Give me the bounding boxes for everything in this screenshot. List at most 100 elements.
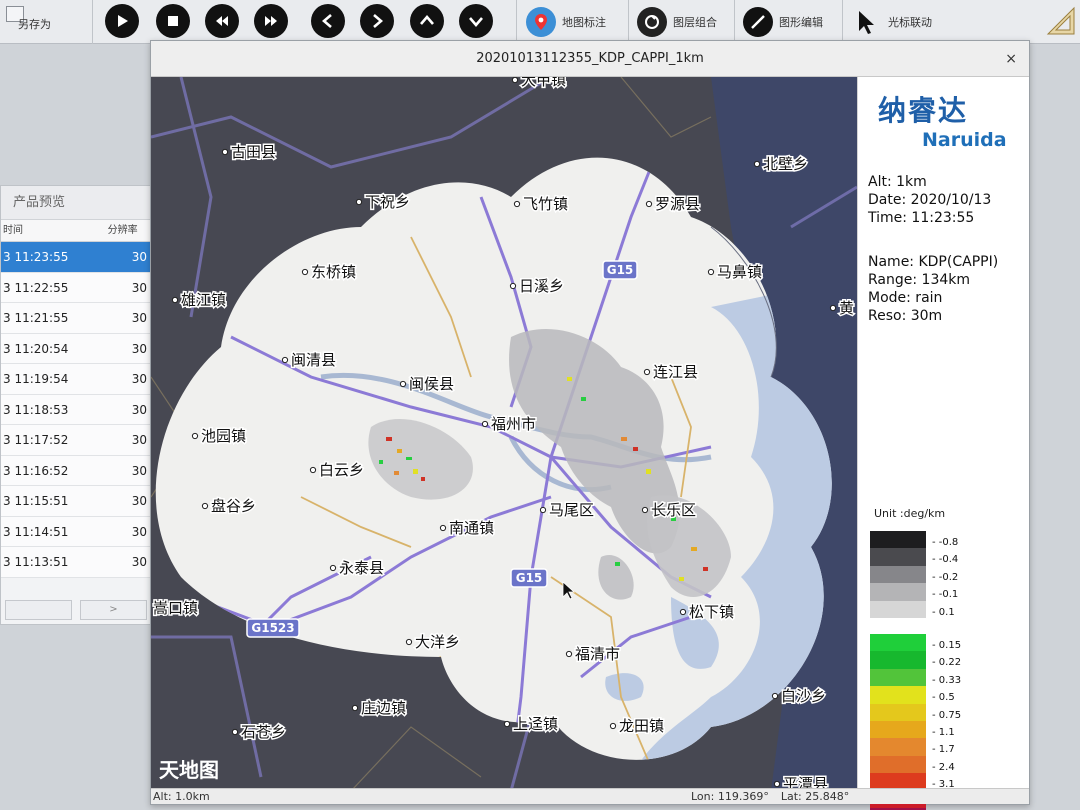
legend-gap xyxy=(870,618,1010,634)
up-button[interactable] xyxy=(410,4,444,38)
fast-forward-button[interactable] xyxy=(254,4,288,38)
place-label: 东桥镇 xyxy=(311,263,356,281)
place-label: 下祝乡 xyxy=(365,193,410,211)
legend-item: - 0.15 xyxy=(870,633,1010,652)
altitude-text: Alt: 1km xyxy=(868,174,927,190)
map-label-tool[interactable]: 地图标注 xyxy=(526,4,606,40)
legend-item: - -0.2 xyxy=(870,565,1010,584)
highway-shield-label: G15 xyxy=(516,571,543,585)
place-marker xyxy=(171,296,179,304)
place-marker xyxy=(281,356,289,364)
legend-item: - 0.1 xyxy=(870,600,1010,618)
place-marker xyxy=(773,780,781,788)
place-label: 龙田镇 xyxy=(619,717,664,735)
place-marker xyxy=(355,198,363,206)
product-row[interactable]: 3 11:21:55 30 xyxy=(1,303,151,334)
legend-swatch xyxy=(870,633,926,652)
row-time: 3 11:14:51 xyxy=(3,524,69,539)
radar-map[interactable]: G15 G15 G1523 大甲镇 古田县 北壁乡 下祝乡 飞竹镇 罗源县 东桥镇 日溪乡 马鼻… xyxy=(151,77,857,791)
product-row[interactable]: 3 11:15:51 30 xyxy=(1,486,151,517)
product-row[interactable]: 3 11:18:53 30 xyxy=(1,394,151,425)
layer-combine-tool[interactable]: 图层组合 xyxy=(637,4,717,40)
next-button[interactable] xyxy=(360,4,394,38)
resolution-text: Reso: 30m xyxy=(868,308,943,324)
place-marker xyxy=(399,380,407,388)
ruler-icon[interactable] xyxy=(1046,6,1076,36)
row-time: 3 11:16:52 xyxy=(3,463,69,478)
close-button[interactable]: × xyxy=(1005,41,1017,77)
down-button[interactable] xyxy=(459,4,493,38)
legend-swatch xyxy=(870,548,926,566)
legend-label: - 0.15 xyxy=(932,639,962,651)
play-button[interactable] xyxy=(105,4,139,38)
row-resolution: 30 xyxy=(131,250,147,264)
place-label: 盘谷乡 xyxy=(211,497,256,515)
legend-swatch xyxy=(870,686,926,704)
product-info-panel: 纳睿达 Naruida Alt: 1km Date: 2020/10/13 Ti… xyxy=(857,77,1029,810)
legend-label: - 0.33 xyxy=(932,674,962,686)
status-latitude: Lat: 25.848° xyxy=(780,790,850,803)
rewind-button[interactable] xyxy=(205,4,239,38)
place-label: 长乐区 xyxy=(651,501,696,519)
place-marker xyxy=(405,638,413,646)
place-label: 石苍乡 xyxy=(241,723,286,741)
legend-label: - -0.2 xyxy=(932,571,959,583)
color-legend: - -0.8 - -0.4 - -0.2 - -0.1 - 0.1 - 0.15 - 0.2… xyxy=(870,531,1010,810)
place-label: 闽清县 xyxy=(291,351,336,369)
row-time: 3 11:15:51 xyxy=(3,494,69,508)
product-row[interactable]: 3 11:14:51 30 xyxy=(1,516,151,547)
product-row[interactable]: 3 11:13:51 30 xyxy=(1,547,151,578)
product-name-text: Name: KDP(CAPPI) xyxy=(868,254,999,270)
map-canvas[interactable]: G15 G15 G1523 大甲镇古田县北壁乡下祝乡 飞竹镇 罗源县东桥镇日溪乡 马鼻… xyxy=(151,77,857,791)
place-marker xyxy=(329,564,337,572)
legend-swatch xyxy=(870,720,926,739)
legend-label: - 0.5 xyxy=(932,692,955,704)
status-longitude: Lon: 119.369° xyxy=(691,790,769,803)
row-time: 3 11:19:54 xyxy=(3,372,69,386)
stop-button[interactable] xyxy=(156,4,190,38)
place-label: 大甲镇 xyxy=(521,77,566,89)
row-resolution: 30 xyxy=(131,341,147,356)
product-row[interactable]: 3 11:20:54 30 xyxy=(1,333,151,364)
legend-label: - 0.22 xyxy=(932,657,962,669)
product-row[interactable]: 3 11:17:52 30 xyxy=(1,425,151,456)
place-label: 庄边镇 xyxy=(361,699,406,717)
legend-swatch xyxy=(870,565,926,584)
window-title: 20201013112355_KDP_CAPPI_1km xyxy=(476,51,704,66)
footer-button[interactable] xyxy=(5,600,72,620)
place-marker xyxy=(679,608,687,616)
fast-forward-icon xyxy=(265,16,277,26)
place-marker xyxy=(641,506,649,514)
map-pin-icon xyxy=(526,7,556,37)
legend-label: - 1.7 xyxy=(932,744,955,756)
product-row[interactable]: 3 11:22:55 30 xyxy=(1,272,151,303)
cursor-link-tool[interactable]: 光标联动 xyxy=(852,4,932,40)
save-as-button[interactable]: 另存为 xyxy=(4,4,64,40)
column-time: 时间 xyxy=(3,225,23,236)
product-row[interactable]: 3 11:23:55 30 xyxy=(1,242,151,273)
place-label: 黄 xyxy=(839,299,854,317)
place-marker xyxy=(753,160,761,168)
legend-item: - -0.1 xyxy=(870,583,1010,601)
highway-shield-label: G1523 xyxy=(251,621,294,635)
place-marker xyxy=(771,692,779,700)
product-row[interactable]: 3 11:19:54 30 xyxy=(1,364,151,395)
place-label: 连江县 xyxy=(653,363,698,381)
legend-item: - 0.33 xyxy=(870,668,1010,687)
footer-next-button[interactable]: > xyxy=(80,600,147,620)
graphic-edit-tool[interactable]: 图形编辑 xyxy=(743,4,823,40)
place-marker xyxy=(509,282,517,290)
place-marker xyxy=(351,704,359,712)
legend-item: - 0.75 xyxy=(870,703,1010,721)
place-marker xyxy=(301,268,309,276)
place-marker xyxy=(645,200,653,208)
legend-swatch xyxy=(870,738,926,756)
place-label: 福清市 xyxy=(575,645,620,663)
product-row[interactable]: 3 11:16:52 30 xyxy=(1,455,151,486)
prev-button[interactable] xyxy=(311,4,345,38)
mode-text: Mode: rain xyxy=(868,290,943,306)
column-resolution: 分辨率 xyxy=(107,225,138,236)
layer-combine-label: 图层组合 xyxy=(673,16,717,29)
place-label: 上迳镇 xyxy=(513,715,558,733)
row-resolution: 30 xyxy=(131,524,147,539)
